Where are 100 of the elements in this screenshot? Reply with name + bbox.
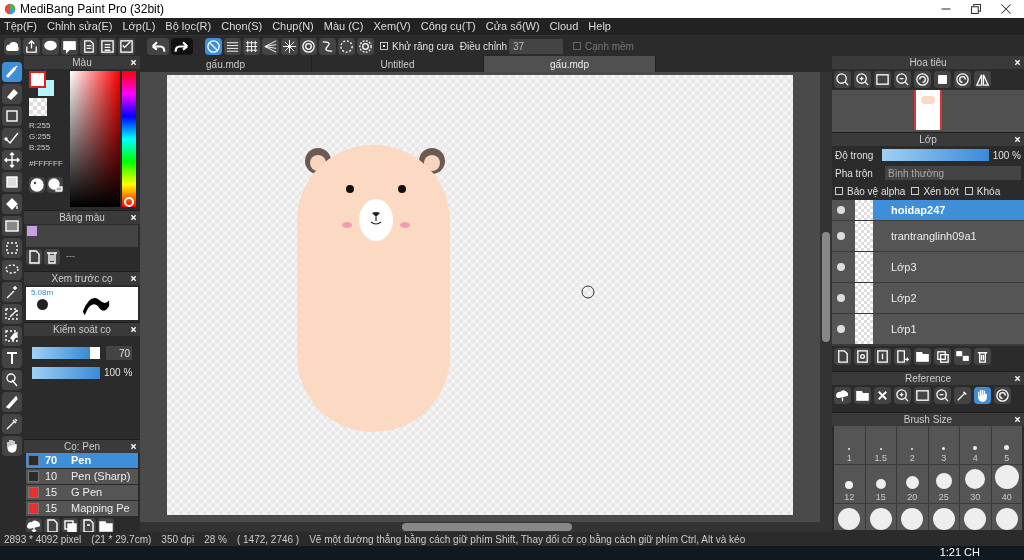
zoom-reset-icon[interactable] [834,71,851,88]
brush-size-cell[interactable]: 20 [897,465,928,503]
visibility-toggle[interactable] [837,206,845,214]
document-icon[interactable] [80,37,97,55]
visibility-toggle[interactable] [837,263,845,271]
eyedropper-icon[interactable] [2,414,22,434]
zoom-in-icon[interactable] [894,387,911,404]
selection-pen-icon[interactable] [2,304,22,324]
close-icon[interactable] [874,387,891,404]
brush-size-cell[interactable]: 4 [960,426,991,464]
selection-icon[interactable] [2,238,22,258]
redo-icon[interactable] [171,37,193,55]
checkbox[interactable] [573,42,582,50]
menu-item[interactable]: Màu (C) [323,18,364,35]
folder-icon[interactable] [854,387,871,404]
trash-icon[interactable] [974,348,991,365]
add-layer-icon[interactable] [894,348,911,365]
curve-icon[interactable] [319,37,336,55]
visibility-toggle[interactable] [837,294,845,302]
menu-item[interactable]: Chỉnh sửa(E) [47,18,113,35]
rotate-icon[interactable] [994,387,1011,404]
list-icon[interactable] [99,37,116,55]
visibility-toggle[interactable] [837,232,845,240]
comment-icon[interactable] [61,37,78,55]
zoom-out-icon[interactable] [894,71,911,88]
menu-item[interactable]: Tệp(F) [4,18,37,35]
cloud-icon[interactable] [4,37,21,55]
brush-item[interactable]: 10 Pen (Sharp) [26,469,138,484]
speech-bubble-icon[interactable] [42,37,59,55]
parallel-lines-icon[interactable] [224,37,241,55]
dotted-circle-icon[interactable] [338,37,355,55]
document-tab[interactable]: gấu.mdp [484,56,656,72]
brush-size-cell[interactable] [928,504,959,530]
rotate-left-icon[interactable] [914,71,931,88]
brush-size-cell[interactable] [865,504,896,530]
menu-item[interactable]: Chọn(S) [221,18,263,35]
brush-size-cell[interactable]: 3 [928,426,959,464]
brush-size-cell[interactable]: 30 [960,465,991,503]
folder-icon[interactable] [98,518,114,532]
color-picker-square[interactable] [70,71,120,207]
brush-size-cell[interactable]: 25 [928,465,959,503]
brush-size-cell[interactable] [834,504,865,530]
trash-icon[interactable] [44,249,60,265]
no-snap-icon[interactable] [205,37,222,55]
brush-size-cell[interactable]: 12 [834,465,865,503]
brush-size-cell[interactable]: 1.5 [865,426,896,464]
eraser-icon[interactable] [2,84,22,104]
text-icon[interactable] [2,348,22,368]
gear-icon[interactable] [357,37,374,55]
color-swatches[interactable] [29,71,55,97]
menu-item[interactable]: Bộ lọc(R) [165,18,212,35]
duplicate-icon[interactable] [934,348,951,365]
hand-icon[interactable] [974,387,991,404]
document-icon[interactable] [80,518,96,532]
fit-screen-icon[interactable] [874,71,891,88]
rotate-right-icon[interactable] [954,71,971,88]
vertical-scrollbar[interactable] [822,232,830,342]
brush-size-cell[interactable]: 2 [897,426,928,464]
new-layer-icon[interactable] [834,348,851,365]
menu-item[interactable]: Lớp(L) [122,18,156,35]
zoom-in-icon[interactable] [854,71,871,88]
magic-wand-icon[interactable] [2,282,22,302]
concentric-circles-icon[interactable] [300,37,317,55]
palette-edit-icon[interactable] [47,177,63,193]
radial-lines-icon[interactable] [281,37,298,55]
palette-icon[interactable] [29,177,45,193]
fill-icon[interactable] [2,172,22,192]
brush-size-cell[interactable]: 5 [991,426,1022,464]
palette-swatch[interactable] [27,226,37,236]
menu-item[interactable]: Chụp(N) [272,18,314,35]
flip-icon[interactable] [974,71,991,88]
restore-icon[interactable] [970,3,982,15]
adjust-dropdown[interactable]: 37 [509,38,564,54]
blend-dropdown[interactable]: Bình thường [885,166,1021,180]
brush-size-cell[interactable] [960,504,991,530]
hand-icon[interactable] [2,436,22,456]
menu-item[interactable]: Cloud [549,18,579,35]
zoom-out-icon[interactable] [934,387,951,404]
brush-size-cell[interactable]: 15 [865,465,896,503]
copy-icon[interactable] [62,518,78,532]
menu-item[interactable]: Help [588,18,611,35]
size-field[interactable]: 70 [106,346,132,360]
brush-size-cell[interactable]: 1 [834,426,865,464]
brush-item[interactable]: 15 G Pen [26,485,138,500]
cloud-download-icon[interactable] [26,518,42,532]
visibility-toggle[interactable] [837,325,845,333]
selection-eraser-icon[interactable] [2,326,22,346]
knife-icon[interactable] [2,392,22,412]
menu-item[interactable]: Xem(V) [373,18,411,35]
menu-item[interactable]: Cửa sổ(W) [485,18,540,35]
eyedropper-icon[interactable] [954,387,971,404]
fit-screen-icon[interactable] [914,387,931,404]
brush-size-cell[interactable] [897,504,928,530]
grid-icon[interactable] [243,37,260,55]
undo-icon[interactable] [147,37,169,55]
brush-icon[interactable] [2,62,22,82]
lasso-icon[interactable] [2,260,22,280]
new-8bit-layer-icon[interactable] [854,348,871,365]
square-icon[interactable] [2,106,22,126]
brush-item[interactable]: 15 Mapping Pe [26,501,138,516]
